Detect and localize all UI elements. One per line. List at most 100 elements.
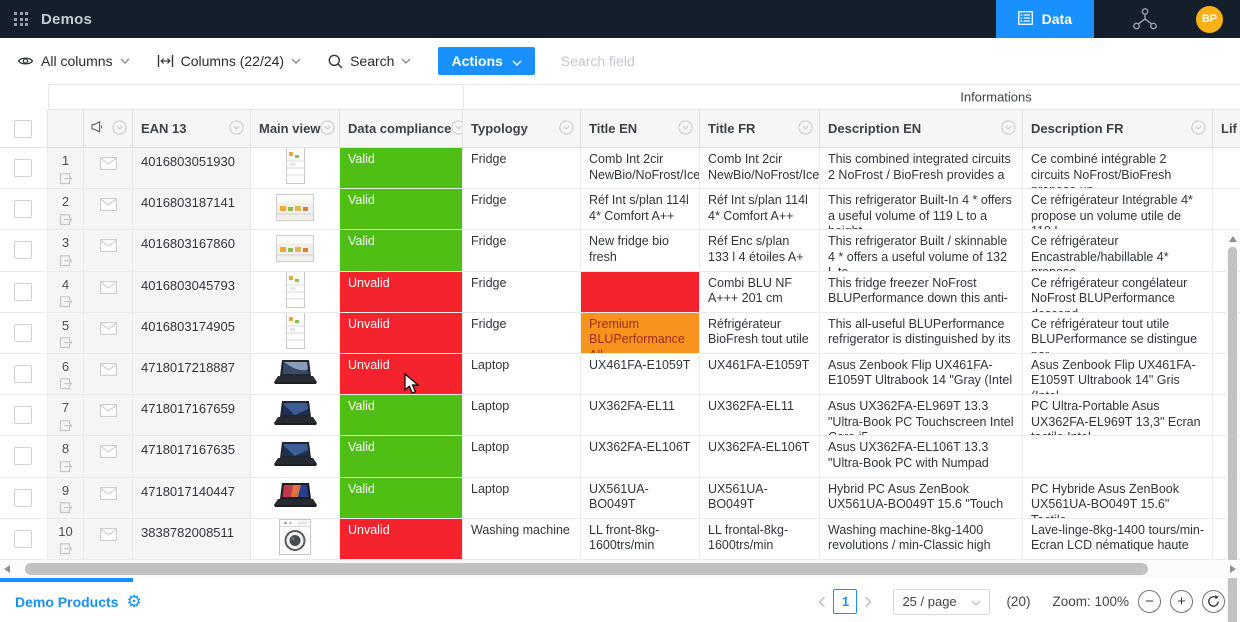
row-select-cell[interactable] [0,313,48,353]
search-input[interactable] [559,52,773,70]
cell-typology[interactable]: Laptop [463,354,581,394]
row-select-cell[interactable] [0,189,48,229]
filter-icon[interactable] [320,120,335,138]
cell-data-compliance[interactable]: Valid [340,436,463,476]
filter-icon[interactable] [112,120,127,138]
cell-title-fr[interactable]: Combi BLU NF A+++ 201 cm [700,272,820,312]
page-size-select[interactable]: 25 / page [893,589,990,615]
cell-title-en[interactable]: UX362FA-EL106T [581,436,700,476]
row-checkbox[interactable] [14,447,32,465]
export-icon[interactable] [59,254,73,271]
scroll-right-arrow-icon[interactable] [1230,565,1236,573]
scroll-left-arrow-icon[interactable] [4,565,10,573]
cell-description-fr[interactable]: PC Hybride Asus ZenBook UX561UA-BO049T 1… [1023,478,1213,518]
export-icon[interactable] [59,213,73,230]
cell-data-compliance[interactable]: Unvalid [340,354,463,394]
cell-typology[interactable]: Washing machine [463,519,581,559]
column-header-description-fr[interactable]: Description FR [1023,110,1213,147]
cell-ean13[interactable]: 4016803051930 [133,148,251,188]
column-header-description-en[interactable]: Description EN [820,110,1023,147]
cell-ean13[interactable]: 4718017167659 [133,395,251,435]
row-select-cell[interactable] [0,230,48,270]
cell-title-en[interactable]: UX461FA-E1059T [581,354,700,394]
cell-title-fr[interactable]: Réf Enc s/plan 133 l 4 étoiles A+ [700,230,820,270]
cell-ean13[interactable]: 4718017218887 [133,354,251,394]
row-select-cell[interactable] [0,354,48,394]
prev-page-button[interactable] [811,596,833,608]
cell-title-fr[interactable]: Réf Int s/plan 114l 4* Comfort A++ [700,189,820,229]
row-checkbox[interactable] [14,283,32,301]
h-scrollbar[interactable] [0,560,1240,578]
column-header-data-compliance[interactable]: Data compliance [340,110,463,147]
row-checkbox[interactable] [14,489,32,507]
row-mail-cell[interactable] [84,272,133,312]
row-mail-cell[interactable] [84,189,133,229]
cell-data-compliance[interactable]: Valid [340,230,463,270]
cell-description-en[interactable]: Asus UX362FA-EL106T 13.3 "Ultra-Book PC … [820,436,1023,476]
cell-data-compliance[interactable]: Unvalid [340,313,463,353]
cell-title-en[interactable]: Réf Int s/plan 114l 4* Comfort A++ [581,189,700,229]
cell-main-view[interactable] [251,272,340,312]
cell-title-en[interactable]: Premium BLUPerformance All- [581,313,700,353]
cell-typology[interactable]: Fridge [463,313,581,353]
refresh-button[interactable] [1202,590,1225,613]
cell-description-en[interactable]: Hybrid PC Asus ZenBook UX561UA-BO049T 15… [820,478,1023,518]
cell-ean13[interactable]: 4016803187141 [133,189,251,229]
filter-icon[interactable] [229,120,244,138]
row-checkbox[interactable] [14,530,32,548]
filter-icon[interactable] [678,120,693,138]
row-mail-cell[interactable] [84,230,133,270]
cell-main-view[interactable] [251,148,340,188]
cell-typology[interactable]: Fridge [463,230,581,270]
cell-typology[interactable]: Fridge [463,272,581,312]
h-scrollbar-thumb[interactable] [25,563,1148,575]
column-header-mail[interactable] [84,110,133,147]
cell-data-compliance[interactable]: Valid [340,148,463,188]
cell-ean13[interactable]: 4016803174905 [133,313,251,353]
current-page[interactable]: 1 [833,589,857,614]
export-icon[interactable] [59,419,73,436]
apps-grid-icon[interactable] [14,12,28,26]
export-icon[interactable] [59,460,73,477]
row-checkbox[interactable] [14,241,32,259]
scroll-up-arrow-icon[interactable] [1229,236,1237,242]
row-mail-cell[interactable] [84,148,133,188]
cell-description-fr[interactable]: Ce réfrigérateur Encastrable/habillable … [1023,230,1213,270]
cell-main-view[interactable] [251,189,340,229]
cell-main-view[interactable] [251,478,340,518]
row-select-cell[interactable] [0,478,48,518]
row-select-cell[interactable] [0,395,48,435]
cell-ean13[interactable]: 4718017167635 [133,436,251,476]
cell-description-en[interactable]: This combined integrated circuits 2 NoFr… [820,148,1023,188]
zoom-out-button[interactable]: − [1138,590,1161,613]
row-select-cell[interactable] [0,436,48,476]
column-header-lifestyle[interactable]: Lif [1213,110,1240,147]
cell-ean13[interactable]: 4016803045793 [133,272,251,312]
cell-description-en[interactable]: Washing machine-8kg-1400 revolutions / m… [820,519,1023,559]
cell-data-compliance[interactable]: Valid [340,395,463,435]
cell-title-fr[interactable]: UX362FA-EL106T [700,436,820,476]
cell-description-en[interactable]: This fridge freezer NoFrost BLUPerforman… [820,272,1023,312]
column-header-main-view[interactable]: Main view [251,110,340,147]
row-checkbox[interactable] [14,200,32,218]
row-checkbox[interactable] [14,406,32,424]
filter-icon[interactable] [1191,120,1206,138]
row-checkbox[interactable] [14,159,32,177]
row-checkbox[interactable] [14,365,32,383]
export-icon[interactable] [59,377,73,394]
cell-title-en[interactable]: UX561UA-BO049T [581,478,700,518]
cell-description-fr[interactable]: Ce combiné intégrable 2 circuits NoFrost… [1023,148,1213,188]
zoom-in-button[interactable]: + [1170,590,1193,613]
cell-main-view[interactable] [251,313,340,353]
cell-data-compliance[interactable]: Unvalid [340,519,463,559]
cell-description-en[interactable]: Asus Zenbook Flip UX461FA-E1059T Ultrabo… [820,354,1023,394]
next-page-button[interactable] [857,596,879,608]
filter-icon[interactable] [798,120,813,138]
cell-description-fr[interactable]: Asus Zenbook Flip UX461FA-E1059T Ultrabo… [1023,354,1213,394]
export-icon[interactable] [59,542,73,559]
cell-description-fr[interactable]: PC Ultra-Portable Asus UX362FA-EL969T 13… [1023,395,1213,435]
column-header-ean13[interactable]: EAN 13 [133,110,251,147]
export-icon[interactable] [59,336,73,353]
cell-description-fr[interactable]: Lave-linge-8kg-1400 tours/min-Ecran LCD … [1023,519,1213,559]
cell-main-view[interactable] [251,519,340,559]
